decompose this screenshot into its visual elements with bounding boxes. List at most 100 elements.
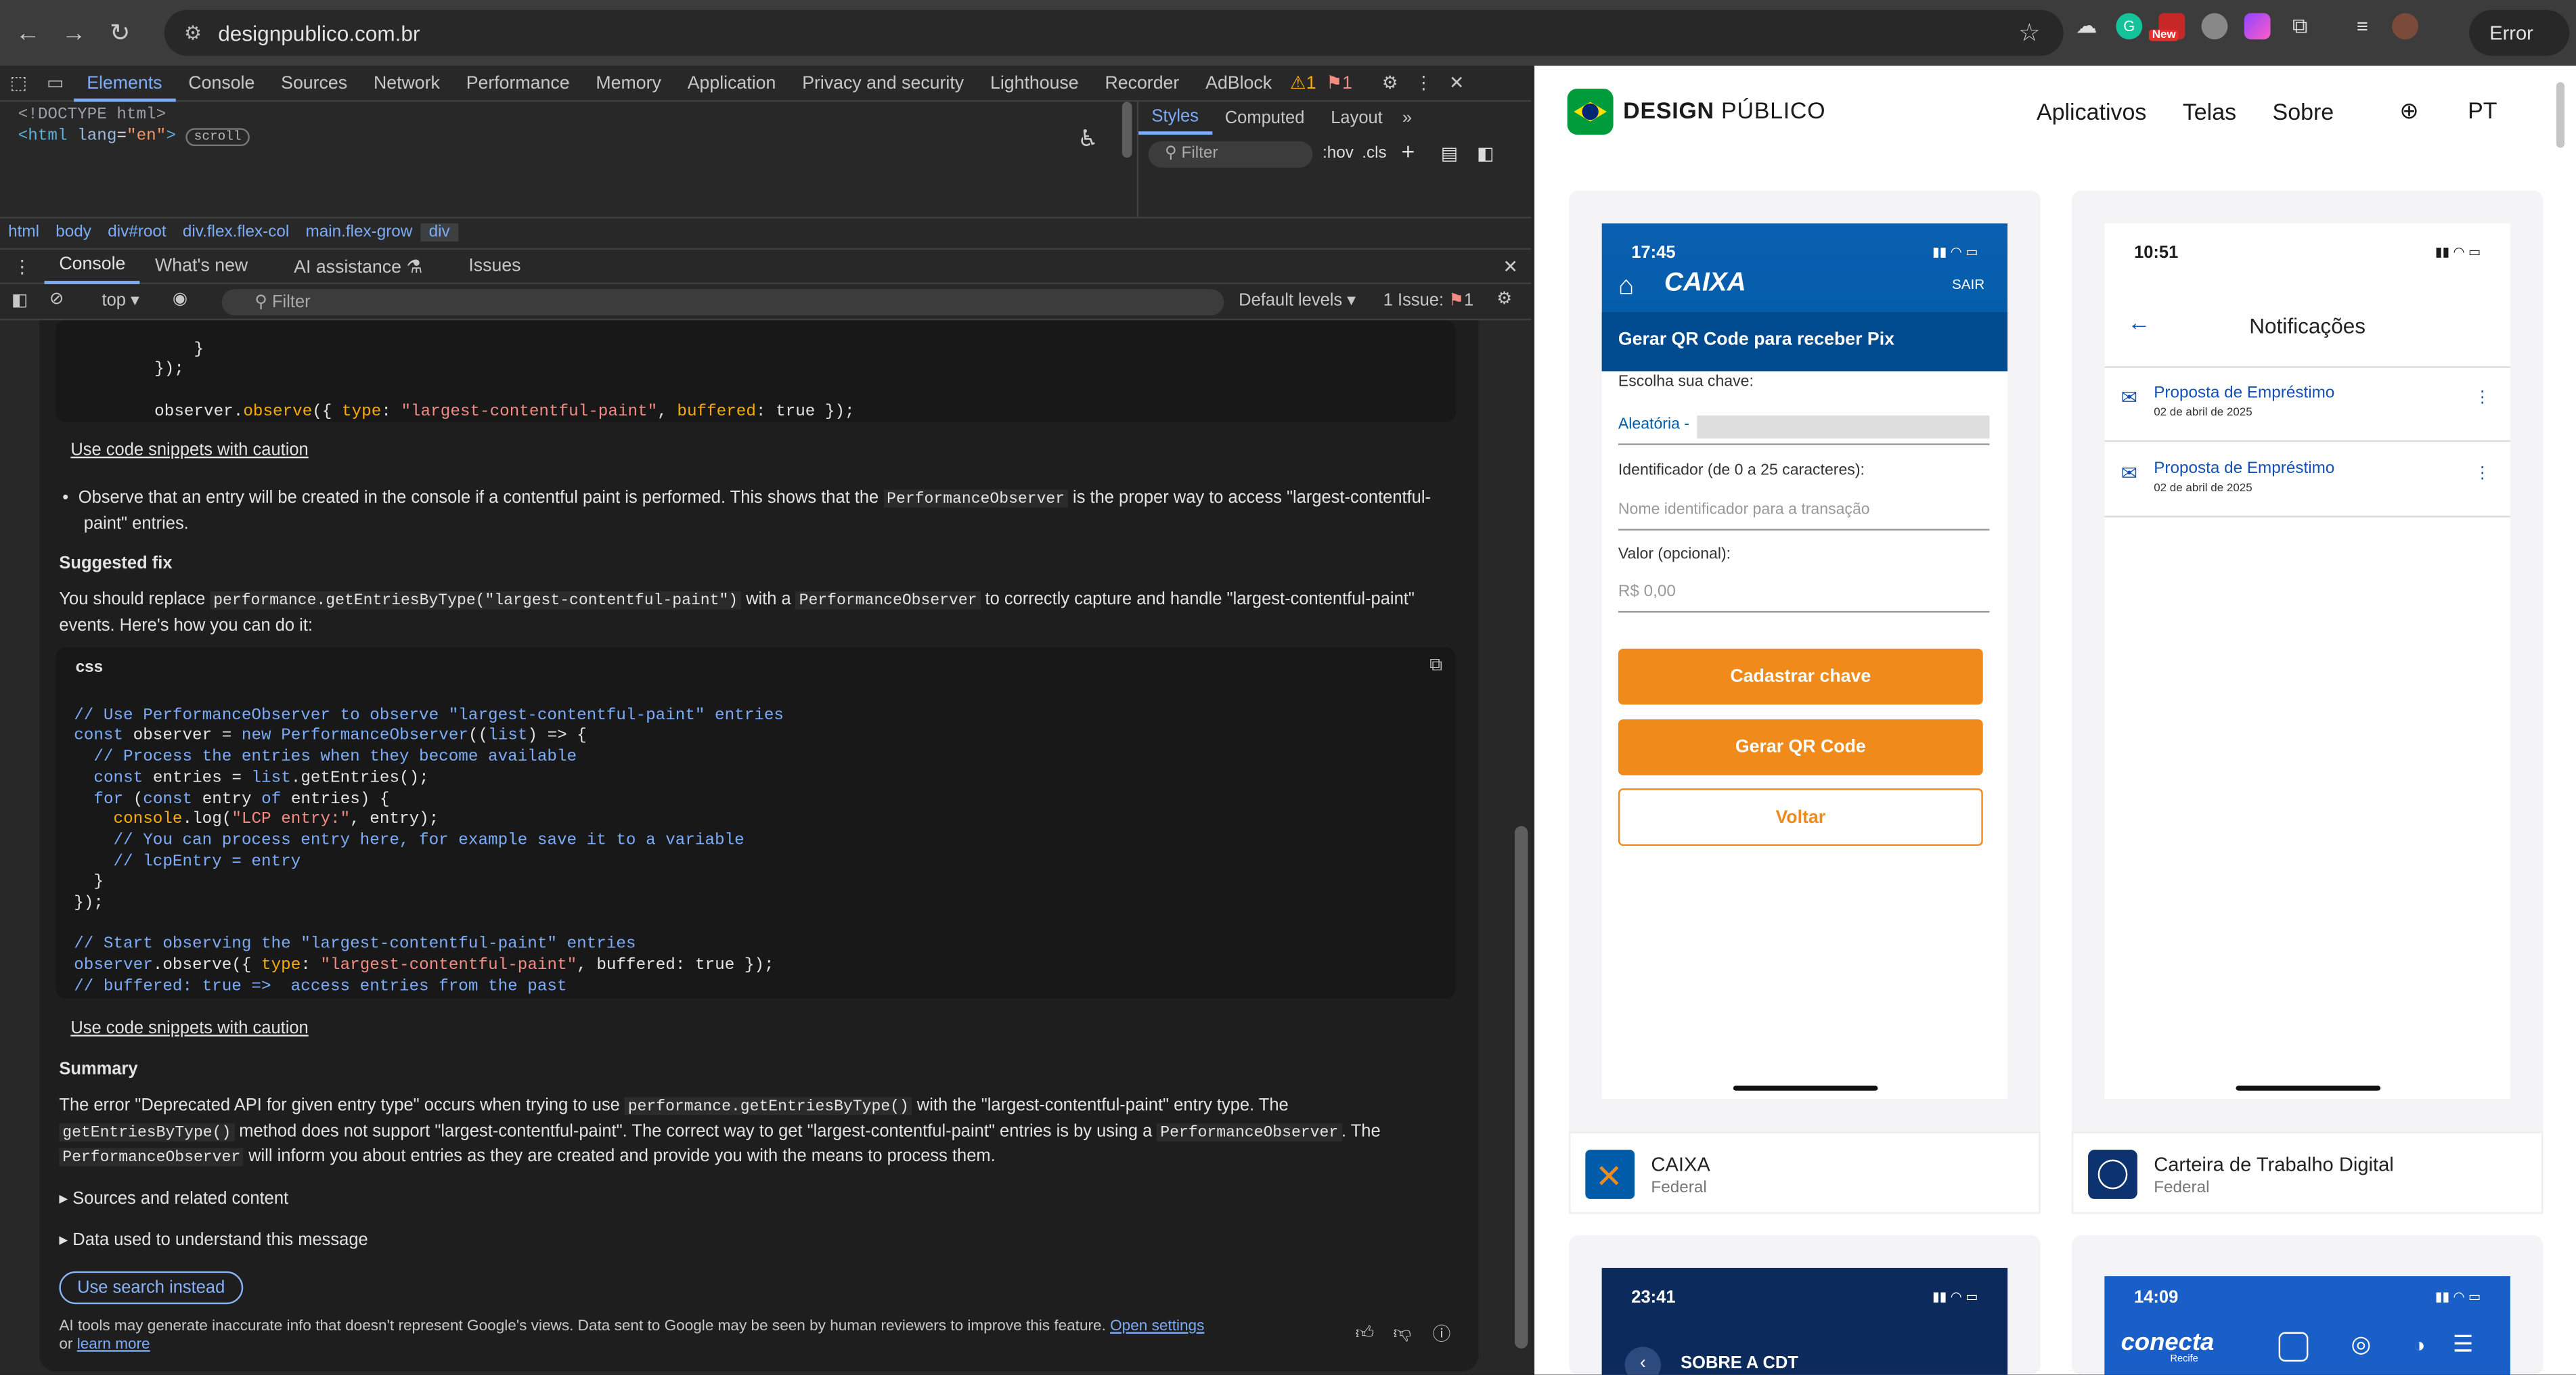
app-card-caixa[interactable]: 17:45 ▮▮ ◠ ▭ ⌂ CAIXA SAIR Gerar QR Code … — [1569, 190, 2041, 1214]
app-card-ctps[interactable]: 10:51 ▮▮ ◠ ▭ ← Notificações ✉ Proposta d… — [2071, 190, 2544, 1214]
console-sidebar-icon[interactable]: ◧ — [12, 291, 28, 311]
close-drawer-icon[interactable]: ✕ — [1503, 255, 1517, 277]
nav-sobre[interactable]: Sobre — [2273, 97, 2334, 124]
forward-icon[interactable]: → — [56, 15, 92, 51]
info-icon[interactable]: ⓘ — [1433, 1321, 1451, 1347]
elements-scrollbar[interactable] — [1122, 102, 1132, 158]
tab-sources[interactable]: Sources — [268, 65, 361, 101]
notification-item[interactable]: ✉ Proposta de Empréstimo 02 de abril de … — [2104, 443, 2510, 518]
context-selector[interactable]: top ▾ — [102, 291, 139, 311]
drawer-tab-whats-new[interactable]: What's new — [140, 256, 263, 276]
tab-memory[interactable]: Memory — [583, 65, 674, 101]
nav-aplicativos[interactable]: Aplicativos — [2037, 97, 2146, 124]
snippet-caution-link-1[interactable]: Use code snippets with caution — [70, 438, 308, 464]
tab-application[interactable]: Application — [674, 65, 789, 101]
voltar-button[interactable]: Voltar — [1618, 788, 1983, 847]
home-icon[interactable]: ⌂ — [1618, 273, 1634, 302]
value-input[interactable]: R$ 0,00 — [1618, 583, 1676, 602]
breadcrumb-root[interactable]: div#root — [99, 223, 175, 242]
key-select[interactable]: Aleatória - — [1618, 414, 1990, 441]
purple-extension-icon[interactable] — [2244, 13, 2271, 40]
doctype-line[interactable]: <!DOCTYPE html> — [18, 107, 166, 125]
site-settings-icon[interactable]: ⚙ — [184, 22, 202, 45]
back-icon[interactable]: ← — [10, 15, 46, 51]
new-extension-icon[interactable]: New — [2148, 13, 2185, 41]
hamburger-menu-icon[interactable]: ☰ — [2453, 1330, 2473, 1358]
notification-item[interactable]: ✉ Proposta de Empréstimo 02 de abril de … — [2104, 368, 2510, 442]
tab-privacy-security[interactable]: Privacy and security — [789, 65, 977, 101]
scroll-badge[interactable]: scroll — [185, 128, 250, 147]
tab-performance[interactable]: Performance — [453, 65, 583, 101]
cdt-back-icon[interactable]: ‹ — [1624, 1347, 1662, 1375]
drawer-tab-issues[interactable]: Issues — [454, 256, 536, 276]
reading-list-icon[interactable]: ≡ — [2349, 13, 2376, 39]
accessibility-toggle-icon[interactable]: ◑ — [2414, 1334, 2426, 1357]
more-options-icon[interactable]: ⋮ — [1406, 65, 1441, 101]
log-levels-dropdown[interactable]: Default levels ▾ — [1239, 291, 1356, 311]
cadastrar-chave-button[interactable]: Cadastrar chave — [1618, 648, 1983, 705]
bookmark-star-icon[interactable]: ☆ — [2018, 18, 2041, 47]
drawer-tab-console[interactable]: Console — [44, 248, 141, 284]
device-toggle-icon[interactable]: ▭ — [37, 65, 73, 101]
tab-computed[interactable]: Computed — [1212, 108, 1317, 128]
console-filter-input[interactable]: ⚲ Filter — [221, 289, 1224, 316]
site-brand[interactable]: DESIGN PÚBLICO — [1623, 97, 1825, 123]
tab-lighthouse[interactable]: Lighthouse — [977, 65, 1092, 101]
paint-icon[interactable]: ▤ — [1441, 143, 1458, 164]
tab-layout[interactable]: Layout — [1318, 108, 1396, 128]
cls-toggle[interactable]: .cls — [1362, 145, 1386, 163]
address-bar[interactable]: ⚙ designpublico.com.br ☆ — [164, 9, 2064, 56]
snippet-caution-link-2[interactable]: Use code snippets with caution — [70, 1016, 308, 1042]
app-card-cdt[interactable]: 23:41 ▮▮ ◠ ▭ ‹ SOBRE A CDT — [1569, 1235, 2041, 1375]
styles-filter-input[interactable]: ⚲ Filter — [1148, 141, 1313, 168]
breadcrumb-body[interactable]: body — [47, 223, 99, 242]
console-settings-icon[interactable]: ⚙ — [1496, 289, 1512, 309]
breadcrumb-div[interactable]: div — [420, 223, 458, 242]
reload-icon[interactable]: ↻ — [102, 15, 137, 51]
page-scrollbar[interactable] — [2556, 82, 2565, 148]
grey-extension-icon[interactable] — [2201, 13, 2228, 40]
identifier-input[interactable]: Nome identificador para a transação — [1618, 501, 1870, 519]
tab-network[interactable]: Network — [361, 65, 453, 101]
drawer-menu-icon[interactable]: ⋮ — [0, 255, 45, 277]
gerar-qr-code-button[interactable]: Gerar QR Code — [1618, 719, 1983, 775]
warning-counter[interactable]: ⚠1 — [1285, 65, 1321, 101]
more-tabs-icon[interactable]: » — [1396, 108, 1419, 128]
data-used-toggle[interactable]: ▸ Data used to understand this message — [59, 1229, 368, 1255]
sair-link[interactable]: SAIR — [1952, 276, 1984, 292]
breadcrumb-html[interactable]: html — [0, 223, 47, 242]
drawer-tab-ai-assistance[interactable]: AI assistance ⚗ — [279, 255, 437, 277]
inspect-icon[interactable]: ⬚ — [0, 65, 37, 101]
thumbs-up-icon[interactable]: 👍︎ — [1356, 1322, 1375, 1343]
cloud-extension-icon[interactable]: ☁ — [2073, 13, 2100, 39]
kebab-menu-icon[interactable]: ⋮ — [2474, 389, 2491, 407]
close-devtools-icon[interactable]: ✕ — [1441, 65, 1473, 101]
nav-telas[interactable]: Telas — [2183, 97, 2236, 124]
breadcrumb-main[interactable]: main.flex-grow — [297, 223, 420, 242]
tab-recorder[interactable]: Recorder — [1092, 65, 1193, 101]
issue-counter[interactable]: ⚑1 — [1321, 65, 1357, 101]
tab-elements[interactable]: Elements — [73, 65, 175, 102]
tab-styles[interactable]: Styles — [1138, 102, 1212, 135]
copy-code-icon[interactable]: ⧉ — [1429, 655, 1442, 677]
kebab-menu-icon[interactable]: ⋮ — [2474, 465, 2491, 483]
sidebar-toggle-icon[interactable]: ◧ — [1477, 143, 1494, 164]
sources-toggle[interactable]: ▸ Sources and related content — [59, 1188, 288, 1213]
breadcrumb-flex-col[interactable]: div.flex.flex-col — [175, 223, 298, 242]
grammarly-icon[interactable]: G — [2116, 13, 2143, 40]
hov-toggle[interactable]: :hov — [1323, 145, 1354, 163]
language-switch[interactable]: ⊕ PT — [2399, 97, 2533, 125]
tab-adblock[interactable]: AdBlock — [1193, 65, 1285, 101]
app-card-conecta[interactable]: 14:09 ▮▮ ◠ ▭ conecta Recife ◎ ◑ ☰ — [2071, 1235, 2544, 1375]
tab-console[interactable]: Console — [175, 65, 268, 101]
error-button[interactable]: Error — [2470, 9, 2570, 56]
use-search-button[interactable]: Use search instead — [59, 1271, 243, 1305]
puzzle-icon[interactable]: ⧉ — [2287, 13, 2313, 39]
profile-avatar[interactable] — [2392, 13, 2418, 40]
clear-console-icon[interactable]: ⊘ — [49, 289, 64, 309]
html-node-line[interactable]: <html lang="en"> scroll — [18, 128, 250, 147]
console-scrollbar[interactable] — [1514, 826, 1528, 1349]
accessibility-icon[interactable]: ♿ — [1078, 125, 1098, 152]
console-issues-button[interactable]: 1 Issue: ⚑1 — [1383, 291, 1473, 311]
thumbs-down-icon[interactable]: 👎︎ — [1393, 1322, 1411, 1343]
